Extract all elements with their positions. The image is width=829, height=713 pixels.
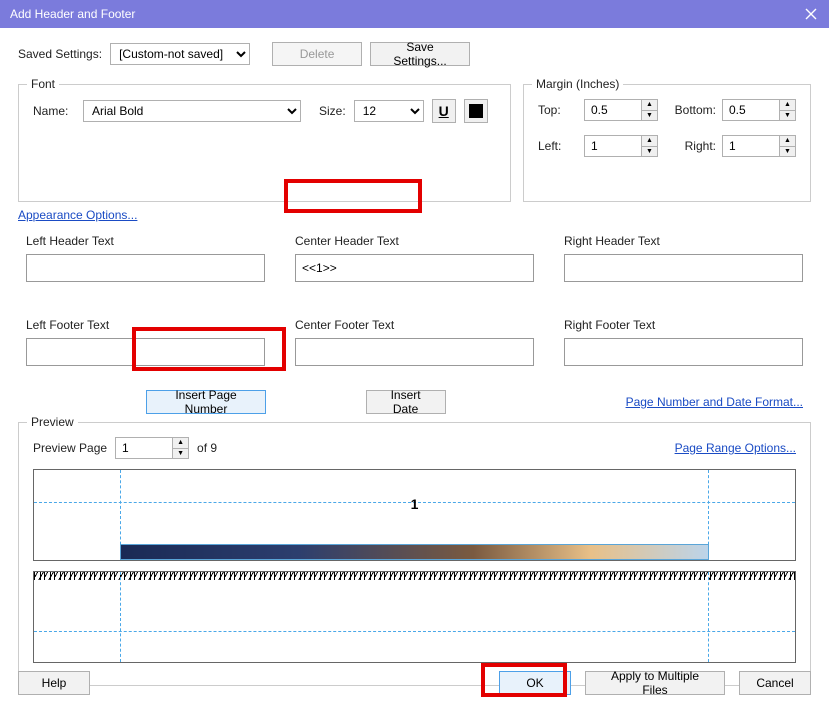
close-icon[interactable] <box>801 4 821 24</box>
font-name-label: Name: <box>33 104 75 118</box>
page-range-options-link[interactable]: Page Range Options... <box>675 441 796 455</box>
center-header-input[interactable] <box>295 254 534 282</box>
preview-page-spinner[interactable]: ▲▼ <box>172 438 188 458</box>
margin-right-label: Right: <box>666 139 716 153</box>
center-footer-input[interactable] <box>295 338 534 366</box>
center-footer-label: Center Footer Text <box>295 318 534 332</box>
left-footer-label: Left Footer Text <box>26 318 265 332</box>
font-group: Font Name: Arial Bold Size: 12 U <box>18 84 511 202</box>
preview-footer-pane <box>33 571 796 663</box>
torn-edge-icon <box>34 572 795 580</box>
preview-group: Preview Preview Page ▲▼ of 9 Page Range … <box>18 422 811 686</box>
margin-bottom-label: Bottom: <box>666 103 716 117</box>
font-legend: Font <box>27 77 59 91</box>
help-button[interactable]: Help <box>18 671 90 695</box>
preview-page-number: 1 <box>34 496 795 512</box>
preview-legend: Preview <box>27 415 78 429</box>
right-footer-label: Right Footer Text <box>564 318 803 332</box>
preview-of-label: of 9 <box>197 441 217 455</box>
preview-content-image <box>120 544 709 560</box>
page-number-date-format-link[interactable]: Page Number and Date Format... <box>626 395 803 409</box>
insert-date-button[interactable]: Insert Date <box>366 390 446 414</box>
font-name-select[interactable]: Arial Bold <box>83 100 301 122</box>
right-header-input[interactable] <box>564 254 803 282</box>
delete-button: Delete <box>272 42 362 66</box>
right-footer-input[interactable] <box>564 338 803 366</box>
insert-page-number-button[interactable]: Insert Page Number <box>146 390 266 414</box>
font-size-select[interactable]: 12 <box>354 100 424 122</box>
ok-button[interactable]: OK <box>499 671 571 695</box>
underline-button[interactable]: U <box>432 99 456 123</box>
titlebar: Add Header and Footer <box>0 0 829 28</box>
apply-multiple-button[interactable]: Apply to Multiple Files <box>585 671 725 695</box>
saved-settings-label: Saved Settings: <box>18 47 102 61</box>
right-header-label: Right Header Text <box>564 234 803 248</box>
font-size-label: Size: <box>319 104 346 118</box>
cancel-button[interactable]: Cancel <box>739 671 811 695</box>
preview-page-label: Preview Page <box>33 441 107 455</box>
save-settings-button[interactable]: Save Settings... <box>370 42 470 66</box>
margin-group: Margin (Inches) Top: ▲▼ Bottom: ▲▼ Left:… <box>523 84 811 202</box>
dialog-title: Add Header and Footer <box>10 7 135 21</box>
margin-left-spinner[interactable]: ▲▼ <box>641 136 657 156</box>
margin-top-spinner[interactable]: ▲▼ <box>641 100 657 120</box>
margin-top-label: Top: <box>538 103 578 117</box>
margin-left-label: Left: <box>538 139 578 153</box>
left-header-input[interactable] <box>26 254 265 282</box>
center-header-label: Center Header Text <box>295 234 534 248</box>
left-header-label: Left Header Text <box>26 234 265 248</box>
saved-settings-select[interactable]: [Custom-not saved] <box>110 43 250 65</box>
preview-header-pane: 1 <box>33 469 796 561</box>
margin-legend: Margin (Inches) <box>532 77 623 91</box>
left-footer-input[interactable] <box>26 338 265 366</box>
color-swatch <box>469 104 483 118</box>
font-color-button[interactable] <box>464 99 488 123</box>
appearance-options-link[interactable]: Appearance Options... <box>18 208 137 222</box>
margin-right-spinner[interactable]: ▲▼ <box>779 136 795 156</box>
margin-bottom-spinner[interactable]: ▲▼ <box>779 100 795 120</box>
